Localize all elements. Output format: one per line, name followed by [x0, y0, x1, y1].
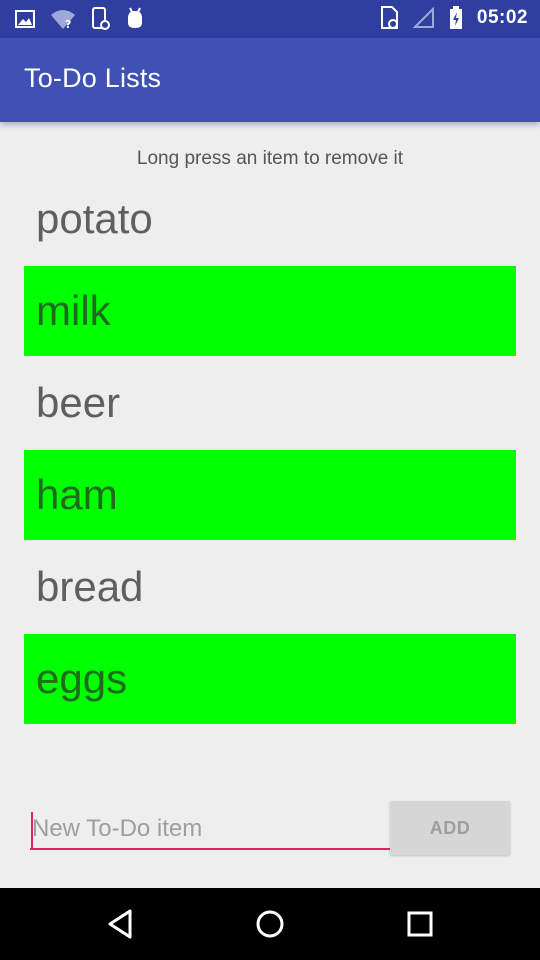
text-caret [31, 812, 33, 848]
list-item[interactable]: ham [24, 450, 516, 540]
status-bar: ? 05:02 [0, 0, 540, 38]
back-icon[interactable] [102, 906, 138, 942]
add-button[interactable]: ADD [390, 801, 510, 855]
phone-settings-icon [90, 7, 110, 31]
list-item[interactable]: eggs [24, 634, 516, 724]
navigation-bar [0, 888, 540, 960]
todo-list: potato milk beer ham bread eggs [24, 174, 516, 726]
image-icon [14, 8, 36, 30]
list-item[interactable]: milk [24, 266, 516, 356]
new-item-input[interactable] [30, 810, 390, 850]
list-item[interactable]: beer [24, 358, 516, 448]
recents-icon[interactable] [402, 906, 438, 942]
list-item[interactable]: potato [24, 174, 516, 264]
svg-text:?: ? [65, 18, 71, 30]
app-bar: To-Do Lists [0, 38, 540, 122]
sim-card-icon [379, 6, 399, 30]
instruction-text: Long press an item to remove it [136, 148, 404, 169]
home-icon[interactable] [252, 906, 288, 942]
page-title: To-Do Lists [24, 63, 162, 93]
signal-icon [412, 7, 435, 29]
status-icons-left: ? [14, 7, 146, 31]
status-icons-right: 05:02 [379, 6, 528, 30]
new-item-row: ADD [30, 800, 510, 856]
status-time: 05:02 [476, 7, 528, 28]
battery-charging-icon [449, 6, 463, 30]
android-debug-icon [124, 7, 146, 31]
wifi-question-icon: ? [50, 8, 76, 30]
list-item[interactable]: bread [24, 542, 516, 632]
